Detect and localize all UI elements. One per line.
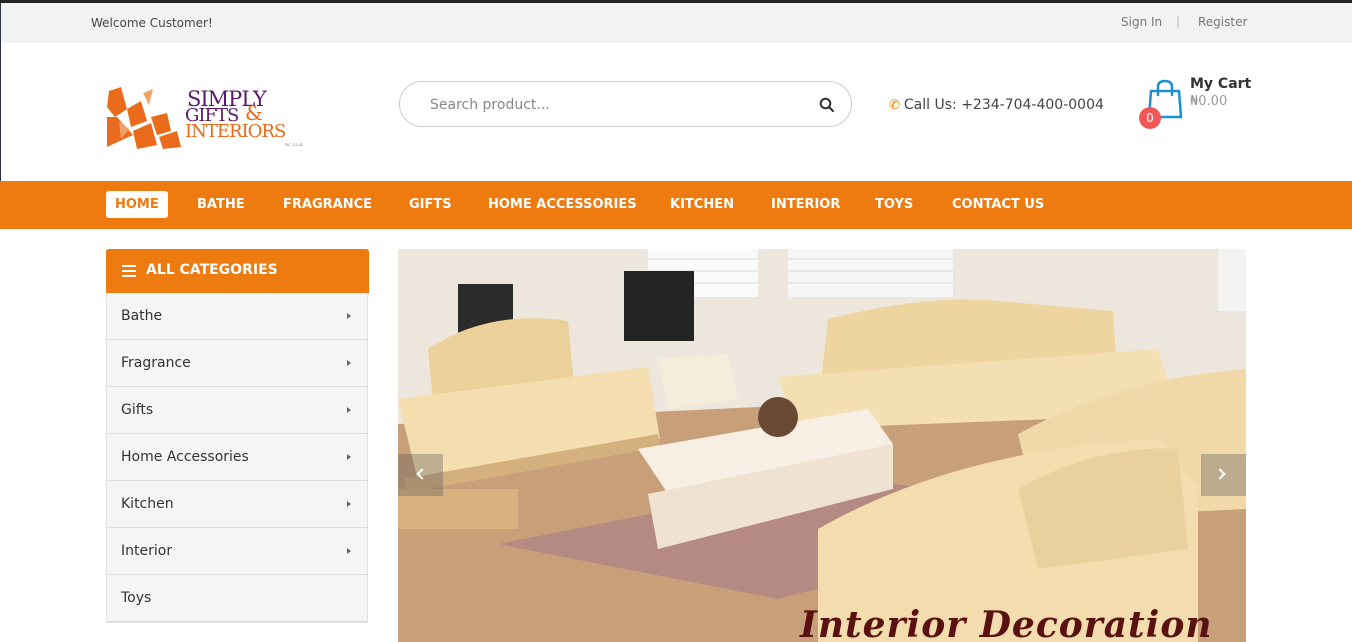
nav-item-home-accessories[interactable]: HOME ACCESSORIES <box>488 191 637 218</box>
site-logo[interactable]: SIMPLY GIFTS & INTERIORS RC 1234 <box>107 87 303 151</box>
welcome-text: Welcome Customer! <box>91 16 213 30</box>
call-us-text: Call Us: +234-704-400-0004 <box>903 97 1104 113</box>
category-item-bathe[interactable]: Bathe <box>107 293 367 340</box>
slide-image <box>398 249 1246 642</box>
slide-caption: Interior Decoration <box>800 604 1213 642</box>
nav-item-fragrance[interactable]: FRAGRANCE <box>283 191 372 218</box>
top-bar: Welcome Customer! Sign In | Register <box>0 3 1352 43</box>
nav-item-kitchen[interactable]: KITCHEN <box>670 191 734 218</box>
category-item-fragrance[interactable]: Fragrance <box>107 340 367 387</box>
category-item-gifts[interactable]: Gifts <box>107 387 367 434</box>
logo-ampersand: & <box>245 101 263 125</box>
category-item-home-accessories[interactable]: Home Accessories <box>107 434 367 481</box>
site-header: SIMPLY GIFTS & INTERIORS RC 1234 ✆Call U… <box>0 43 1352 181</box>
caret-right-icon <box>347 454 351 460</box>
hero-slider: Interior Decoration <box>398 249 1246 642</box>
menu-icon <box>122 265 136 277</box>
caret-right-icon <box>347 501 351 507</box>
category-label: Gifts <box>121 402 154 418</box>
cart-amount: ₦0.00 <box>1190 94 1228 109</box>
all-categories-header[interactable]: ALL CATEGORIES <box>106 249 369 293</box>
search-bar <box>399 81 852 127</box>
search-icon[interactable] <box>819 97 835 113</box>
chevron-left-icon <box>416 468 428 480</box>
cart-count-badge: 0 <box>1139 107 1161 129</box>
chevron-right-icon <box>1214 468 1226 480</box>
category-label: Kitchen <box>121 496 174 512</box>
nav-item-home[interactable]: HOME <box>106 191 168 218</box>
logo-tagline: RC 1234 <box>285 142 303 147</box>
top-bar-separator: | <box>1176 14 1181 28</box>
register-link[interactable]: Register <box>1198 15 1247 29</box>
category-label: Home Accessories <box>121 449 249 465</box>
sign-in-link[interactable]: Sign In <box>1121 15 1162 29</box>
main-nav: HOME BATHE FRAGRANCE GIFTS HOME ACCESSOR… <box>0 181 1352 229</box>
logo-line-interiors: INTERIORS <box>185 121 286 142</box>
caret-right-icon <box>347 313 351 319</box>
slider-next-button[interactable] <box>1201 454 1246 496</box>
category-item-interior[interactable]: Interior <box>107 528 367 575</box>
category-label: Bathe <box>121 308 163 324</box>
call-us: ✆ Call Us: +234-704-400-0004 <box>889 97 1104 113</box>
category-sidebar: ALL CATEGORIES Bathe Fragrance Gifts Hom… <box>106 249 369 623</box>
nav-item-gifts[interactable]: GIFTS <box>409 191 452 218</box>
nav-item-contact-us[interactable]: CONTACT US <box>952 191 1044 218</box>
nav-item-bathe[interactable]: BATHE <box>197 191 245 218</box>
category-label: Fragrance <box>121 355 191 371</box>
search-input[interactable] <box>430 94 800 116</box>
slider-prev-button[interactable] <box>398 454 443 496</box>
nav-item-interior[interactable]: INTERIOR <box>771 191 840 218</box>
phone-icon: ✆ <box>889 98 900 113</box>
mini-cart[interactable]: 0 My Cart ₦0.00 <box>1139 73 1254 133</box>
category-label: Toys <box>121 590 152 606</box>
category-label: Interior <box>121 543 173 559</box>
caret-right-icon <box>347 407 351 413</box>
nav-item-toys[interactable]: TOYS <box>875 191 913 218</box>
all-categories-title: ALL CATEGORIES <box>146 262 278 278</box>
logo-mark-icon <box>107 87 181 149</box>
category-item-toys[interactable]: Toys <box>107 575 367 622</box>
caret-right-icon <box>347 360 351 366</box>
caret-right-icon <box>347 548 351 554</box>
cart-title: My Cart <box>1190 76 1252 92</box>
category-item-kitchen[interactable]: Kitchen <box>107 481 367 528</box>
